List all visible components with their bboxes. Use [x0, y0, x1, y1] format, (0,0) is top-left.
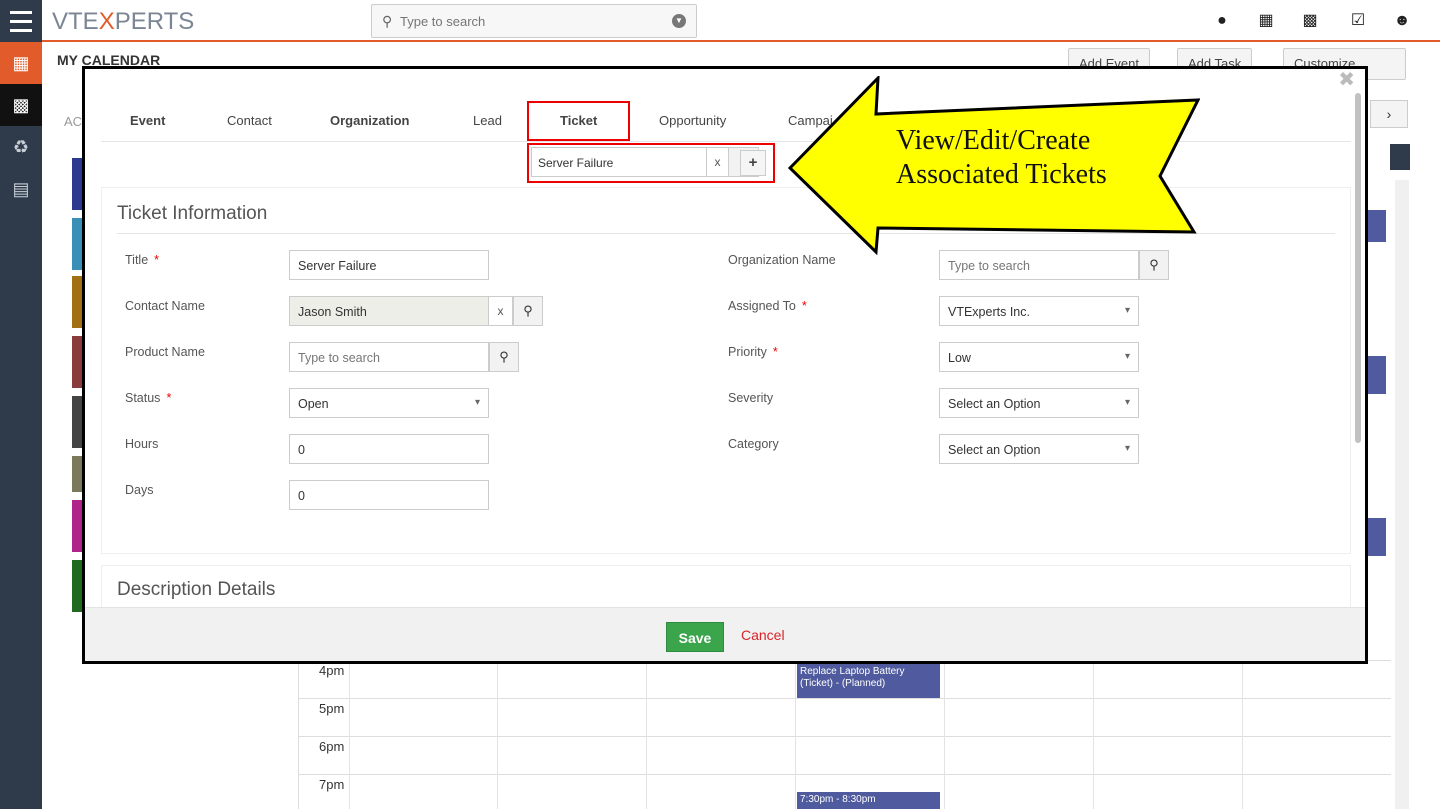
section-title: Ticket Information [117, 203, 268, 224]
label-text: Title [125, 253, 149, 267]
severity-label: Severity [728, 391, 774, 405]
calendar-icon[interactable]: ▦ [1256, 11, 1276, 31]
calendar-scrollbar[interactable] [1395, 180, 1409, 809]
logo-text: VTE [52, 8, 99, 35]
time-label: 5pm [319, 701, 345, 716]
create-ticket-button[interactable]: + [740, 150, 766, 176]
ticket-tab-highlight [527, 101, 630, 141]
user-icon[interactable]: ☻ [1392, 11, 1412, 31]
chevron-right-icon: › [1386, 106, 1392, 122]
required-mark: * [166, 391, 172, 405]
required-mark: * [154, 253, 160, 267]
time-label: 6pm [319, 739, 345, 754]
label-text: Assigned To [728, 299, 796, 313]
hour-line [299, 698, 1391, 699]
label-text: Status [125, 391, 161, 405]
close-icon[interactable]: ✖ [1338, 67, 1355, 92]
required-mark: * [772, 345, 778, 359]
event-time: 7:30pm - 8:30pm [800, 794, 876, 805]
required-mark: * [801, 299, 807, 313]
tab-event[interactable]: Event [130, 113, 165, 128]
calendar-header-strip [1390, 144, 1410, 170]
status-select[interactable]: Open [289, 388, 489, 418]
contact-name-label: Contact Name [125, 299, 205, 313]
hour-line [299, 774, 1391, 775]
hours-input[interactable]: 0 [289, 434, 489, 464]
sidebar-contacts-calendar-icon[interactable]: ▩ [0, 84, 42, 126]
modal-scrollbar[interactable] [1355, 93, 1361, 443]
search-icon: ⚲ [1149, 257, 1159, 272]
next-week-button[interactable]: › [1370, 100, 1408, 128]
section-label: AC [64, 114, 83, 129]
assigned-to-select[interactable]: VTExperts Inc. [939, 296, 1139, 326]
search-icon: ⚲ [382, 13, 393, 29]
status-label: Status * [125, 391, 171, 405]
calendar-event[interactable] [1366, 518, 1386, 556]
check-square-icon[interactable]: ☑ [1348, 11, 1368, 31]
tab-contact[interactable]: Contact [227, 113, 272, 128]
title-input[interactable]: Server Failure [289, 250, 489, 280]
label-text: Priority [728, 345, 767, 359]
cancel-button[interactable]: Cancel [741, 627, 785, 643]
logo-text-end: PERTS [114, 8, 195, 35]
sidebar-share-icon[interactable]: ♻ [0, 126, 42, 168]
sidebar-list-calendar-icon[interactable]: ▤ [0, 168, 42, 210]
calendar-event[interactable] [1366, 356, 1386, 394]
calendar-event[interactable] [1366, 210, 1386, 242]
tab-opportunity[interactable]: Opportunity [659, 113, 726, 128]
hour-line [299, 736, 1391, 737]
days-input[interactable]: 0 [289, 480, 489, 510]
tab-lead[interactable]: Lead [473, 113, 502, 128]
global-search[interactable]: ⚲ ▼ [371, 4, 697, 38]
assigned-to-label: Assigned To * [728, 299, 807, 313]
severity-select[interactable]: Select an Option [939, 388, 1139, 418]
search-icon: ⚲ [499, 349, 509, 364]
section-title: Description Details [117, 579, 276, 600]
product-search-button[interactable]: ⚲ [489, 342, 519, 372]
clear-related-button[interactable]: x [707, 147, 729, 177]
priority-select[interactable]: Low [939, 342, 1139, 372]
clear-contact-button[interactable]: x [489, 296, 513, 326]
related-ticket-search-input[interactable]: Server Failure [531, 147, 707, 177]
calendar-event[interactable]: Replace Laptop Battery (Ticket) - (Plann… [797, 664, 940, 698]
priority-label: Priority * [728, 345, 778, 359]
tab-organization[interactable]: Organization [330, 113, 409, 128]
plus-icon: + [748, 154, 758, 171]
save-button[interactable]: Save [666, 622, 724, 652]
hamburger-icon [10, 8, 32, 35]
category-label: Category [728, 437, 779, 451]
hours-label: Hours [125, 437, 159, 451]
calendar-event[interactable]: 7:30pm - 8:30pm [797, 792, 940, 809]
event-title: Replace Laptop Battery (Ticket) - (Plann… [800, 666, 905, 689]
sidebar-calendar-icon[interactable]: ▦ [0, 42, 42, 84]
callout-line-2: Associated Tickets [896, 159, 1107, 190]
time-label: 7pm [319, 777, 345, 792]
global-search-input[interactable] [400, 11, 660, 31]
logo-x: X [98, 8, 115, 35]
product-name-input[interactable]: Type to search [289, 342, 489, 372]
days-label: Days [125, 483, 154, 497]
callout-text: View/Edit/Create Associated Tickets [896, 124, 1136, 192]
category-select[interactable]: Select an Option [939, 434, 1139, 464]
contact-search-button[interactable]: ⚲ [513, 296, 543, 326]
title-label: Title * [125, 253, 159, 267]
contact-name-input[interactable]: Jason Smith [289, 296, 489, 326]
time-label: 4pm [319, 663, 345, 678]
vtexperts-logo: VTEXPERTS [52, 8, 194, 36]
bar-chart-icon[interactable]: ▩ [1300, 11, 1320, 31]
menu-toggle-button[interactable] [0, 0, 42, 42]
product-name-label: Product Name [125, 345, 205, 359]
modal-footer [85, 607, 1365, 661]
search-icon: ⚲ [523, 303, 533, 318]
chevron-down-icon[interactable]: ▼ [672, 14, 686, 28]
plus-circle-icon[interactable]: ● [1212, 11, 1232, 31]
callout-line-1: View/Edit/Create [896, 125, 1091, 156]
